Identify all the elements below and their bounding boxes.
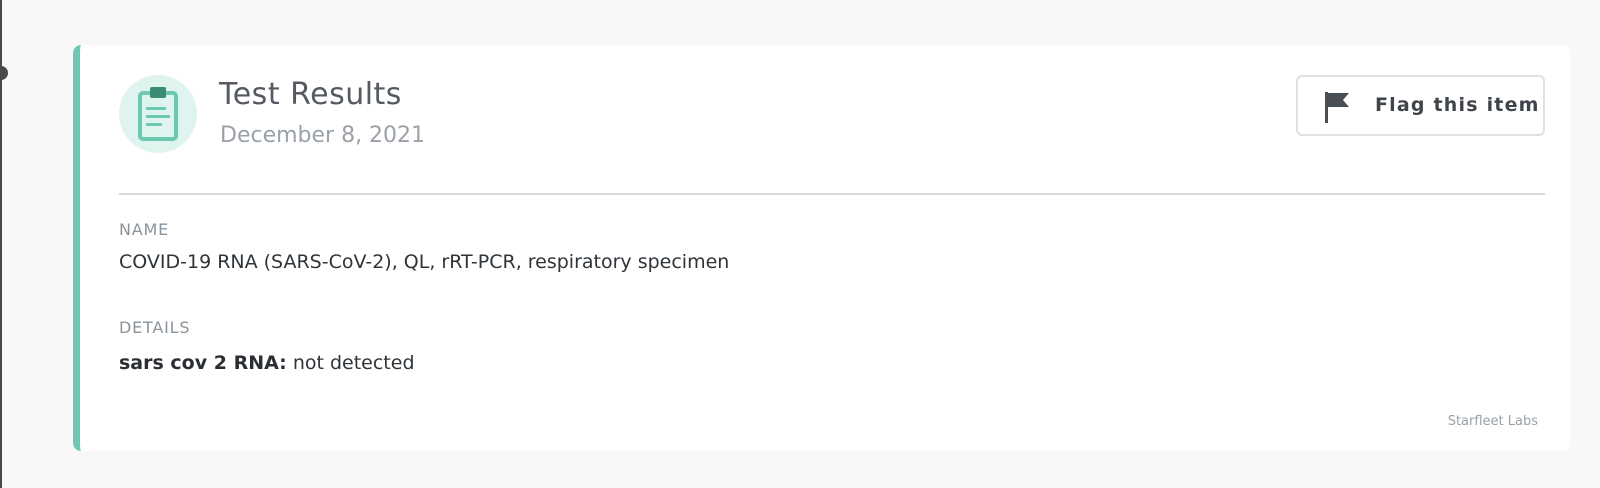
name-label: NAME bbox=[119, 220, 170, 239]
flag-item-label: Flag this item bbox=[1375, 94, 1540, 116]
detail-value: not detected bbox=[292, 352, 415, 374]
card-date: December 8, 2021 bbox=[220, 123, 426, 148]
card-title: Test Results bbox=[219, 77, 402, 112]
flag-icon bbox=[1323, 90, 1351, 128]
test-results-card: Test Results December 8, 2021 Flag this … bbox=[73, 45, 1570, 451]
detail-row: sars cov 2 RNA: not detected bbox=[119, 352, 415, 374]
flag-item-button[interactable]: Flag this item bbox=[1296, 75, 1545, 136]
test-name: COVID-19 RNA (SARS-CoV-2), QL, rRT-PCR, … bbox=[119, 251, 730, 273]
timeline-marker bbox=[0, 66, 8, 80]
clipboard-icon bbox=[119, 75, 197, 153]
detail-key: sars cov 2 RNA: bbox=[119, 352, 287, 374]
details-label: DETAILS bbox=[119, 318, 191, 337]
lab-source: Starfleet Labs bbox=[1447, 414, 1538, 429]
card-header: Test Results December 8, 2021 Flag this … bbox=[119, 75, 1545, 195]
